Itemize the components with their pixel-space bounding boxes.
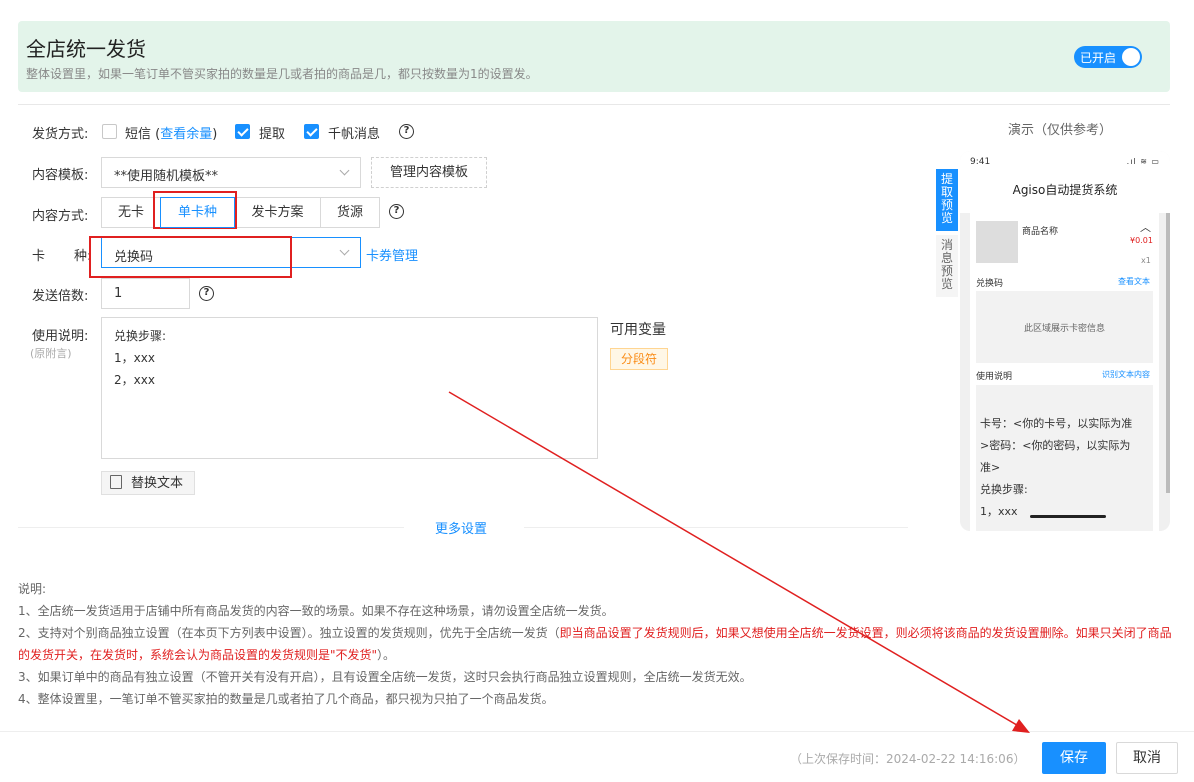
tab-extract-preview[interactable]: 提取预览 — [936, 169, 958, 231]
card-manage-link[interactable]: 卡券管理 — [366, 245, 418, 264]
paren-close: ) — [212, 127, 218, 142]
chevron-down-icon — [339, 165, 350, 176]
card-info-area: 此区域展示卡密信息 — [976, 291, 1153, 363]
phone-usage-line: 兑换步骤: — [980, 483, 1028, 496]
mode-source[interactable]: 货源 — [320, 197, 380, 228]
sms-label: 短信 (查看余量) — [125, 123, 217, 142]
phone-content-card: 商品名称 ︿ ¥0.01 x1 兑换码 查看文本 此区域展示卡密信息 使用说明 … — [970, 213, 1159, 531]
separator-variable-tag[interactable]: 分段符 — [610, 348, 668, 370]
banner-description: 整体设置里，如果一笔订单不管买家拍的数量是几或者拍的商品是几，都只按数量为1的设… — [26, 67, 538, 81]
content-mode-label: 内容方式: — [32, 209, 89, 224]
usage-label: 使用说明: — [32, 329, 89, 344]
sms-text: 短信 — [125, 127, 152, 142]
help-icon[interactable]: ? — [199, 286, 214, 301]
notes-title: 说明: — [18, 582, 47, 596]
annotation-box — [89, 236, 292, 278]
usage-sub-label: (原附言) — [30, 347, 72, 360]
usage-textarea[interactable]: 兑换步骤: 1，xxx 2，xxx — [101, 317, 598, 459]
more-settings-link[interactable]: 更多设置 — [435, 518, 487, 537]
chevron-up-icon: ︿ — [1140, 221, 1151, 234]
product-image — [976, 221, 1018, 263]
note-item: 4、整体设置里，一笔订单不管买家拍的数量是几或者拍了几个商品，都只视为只拍了一个… — [18, 692, 554, 706]
demo-title: 演示（仅供参考） — [1008, 123, 1113, 138]
card-info-placeholder: 此区域展示卡密信息 — [1023, 324, 1105, 334]
phone-usage-line: >密码：<你的密码，以实际为 — [980, 439, 1131, 452]
phone-time: 9:41 — [970, 157, 991, 167]
view-text-link: 查看文本 — [1118, 277, 1150, 286]
send-multiple-label: 发送倍数: — [32, 289, 89, 304]
phone-header: 9:41 .ıl ≋ ▭ Agiso自动提货系统 — [960, 151, 1170, 213]
product-qty: x1 — [1141, 256, 1151, 265]
extract-checkbox[interactable] — [235, 124, 250, 139]
enable-toggle[interactable]: 已开启 — [1074, 46, 1142, 68]
note-text: 2、支持对个别商品独立设置（在本页下方列表中设置）。独立设置的发货规则，优先于全… — [18, 626, 560, 640]
divider — [18, 527, 404, 528]
usage-line: 1，xxx — [114, 351, 155, 365]
recognize-text-link: 识别文本内容 — [1102, 370, 1150, 379]
feature-banner: 全店统一发货 整体设置里，如果一笔订单不管买家拍的数量是几或者拍的商品是几，都只… — [18, 21, 1170, 92]
phone-usage-line: 1，xxx — [980, 505, 1018, 518]
manage-template-button[interactable]: 管理内容模板 — [371, 157, 487, 188]
notes-section: 说明: 1、全店统一发货适用于店铺中所有商品发货的内容一致的场景。如果不存在这种… — [18, 578, 1178, 710]
signal-wifi-battery-icon: .ıl ≋ ▭ — [1126, 157, 1160, 166]
variables-title: 可用变量 — [610, 322, 666, 338]
replace-icon — [110, 475, 122, 489]
save-button[interactable]: 保存 — [1042, 742, 1106, 774]
divider — [524, 527, 908, 528]
last-save-time: （上次保存时间：2024-02-22 14:16:06） — [790, 752, 1026, 766]
replace-text-button[interactable]: 替换文本 — [101, 471, 195, 495]
phone-usage-line: 卡号：<你的卡号，以实际为准 — [980, 417, 1133, 430]
extract-label: 提取 — [259, 127, 286, 142]
tab-message-preview[interactable]: 消息预览 — [936, 235, 958, 297]
sms-checkbox[interactable] — [102, 124, 117, 139]
mode-card-plan[interactable]: 发卡方案 — [234, 197, 321, 228]
phone-app-title: Agiso自动提货系统 — [1012, 183, 1118, 197]
phone-usage-label: 使用说明 — [976, 372, 1013, 382]
chevron-down-icon — [339, 245, 350, 256]
mode-no-card[interactable]: 无卡 — [101, 197, 161, 228]
note-item: 1、全店统一发货适用于店铺中所有商品发货的内容一致的场景。如果不存在这种场景，请… — [18, 604, 614, 618]
help-icon[interactable]: ? — [389, 204, 404, 219]
content-template-value: **使用随机模板** — [114, 169, 219, 184]
usage-line: 兑换步骤: — [114, 329, 167, 343]
usage-line: 2，xxx — [114, 373, 155, 387]
help-icon[interactable]: ? — [399, 124, 414, 139]
phone-preview: 9:41 .ıl ≋ ▭ Agiso自动提货系统 商品名称 ︿ ¥0.01 x1… — [960, 151, 1170, 531]
qianfan-checkbox[interactable] — [304, 124, 319, 139]
replace-text-label: 替换文本 — [131, 476, 184, 491]
send-multiple-input[interactable]: 1 — [101, 278, 190, 309]
note-text: ）。 — [377, 648, 396, 662]
qianfan-label: 千帆消息 — [328, 127, 381, 142]
send-method-label: 发货方式: — [32, 127, 89, 142]
card-type-label-1: 卡 — [32, 249, 46, 264]
product-name: 商品名称 — [1022, 227, 1059, 237]
product-price: ¥0.01 — [1130, 236, 1153, 245]
phone-scrollbar — [1166, 213, 1170, 493]
send-multiple-value: 1 — [114, 286, 123, 301]
view-balance-link[interactable]: 查看余量 — [160, 127, 212, 142]
content-template-select[interactable]: **使用随机模板** — [101, 157, 361, 188]
mode-single-card[interactable]: 单卡种 — [160, 197, 235, 228]
toggle-knob — [1122, 48, 1140, 66]
cancel-button[interactable]: 取消 — [1116, 742, 1178, 774]
divider — [18, 104, 1170, 105]
divider — [0, 731, 1194, 732]
page-title: 全店统一发货 — [26, 37, 146, 61]
phone-usage-line: 准> — [980, 461, 1001, 474]
note-item: 2、支持对个别商品独立设置（在本页下方列表中设置）。独立设置的发货规则，优先于全… — [18, 622, 1178, 666]
code-label: 兑换码 — [976, 279, 1004, 289]
note-item: 3、如果订单中的商品有独立设置（不管开关有没有开启），且有设置全店统一发货，这时… — [18, 670, 752, 684]
home-indicator — [1030, 515, 1106, 518]
content-template-label: 内容模板: — [32, 168, 89, 183]
toggle-label: 已开启 — [1080, 51, 1117, 65]
